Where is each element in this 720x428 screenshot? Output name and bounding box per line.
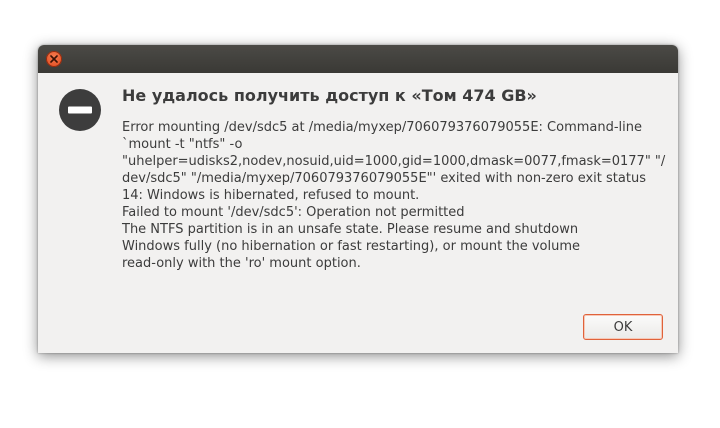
title-bar[interactable] <box>38 45 678 73</box>
message-line: The NTFS partition is in an unsafe state… <box>122 222 579 237</box>
message-line: "uhelper=udisks2,nodev,nosuid,uid=1000,g… <box>122 154 666 169</box>
error-message: Error mounting /dev/sdc5 at /media/myxep… <box>122 119 666 272</box>
close-icon <box>50 55 58 63</box>
message-line: dev/sdc5" "/media/myxep/706079376079055E… <box>122 171 646 186</box>
error-stop-icon <box>59 89 101 131</box>
message-line: Failed to mount '/dev/sdc5': Operation n… <box>122 205 465 220</box>
message-line: read-only with the 'ro' mount option. <box>122 256 361 271</box>
message-line: Windows fully (no hibernation or fast re… <box>122 239 581 254</box>
error-dialog: Не удалось получить доступ к «Том 474 GB… <box>38 45 678 353</box>
dialog-title: Не удалось получить доступ к «Том 474 GB… <box>122 86 537 105</box>
message-line: Error mounting /dev/sdc5 at /media/myxep… <box>122 120 643 135</box>
close-button[interactable] <box>46 51 62 67</box>
message-line: 14: Windows is hibernated, refused to mo… <box>122 188 420 203</box>
message-line: `mount -t "ntfs" -o <box>122 137 243 152</box>
ok-button[interactable]: OK <box>583 314 663 340</box>
